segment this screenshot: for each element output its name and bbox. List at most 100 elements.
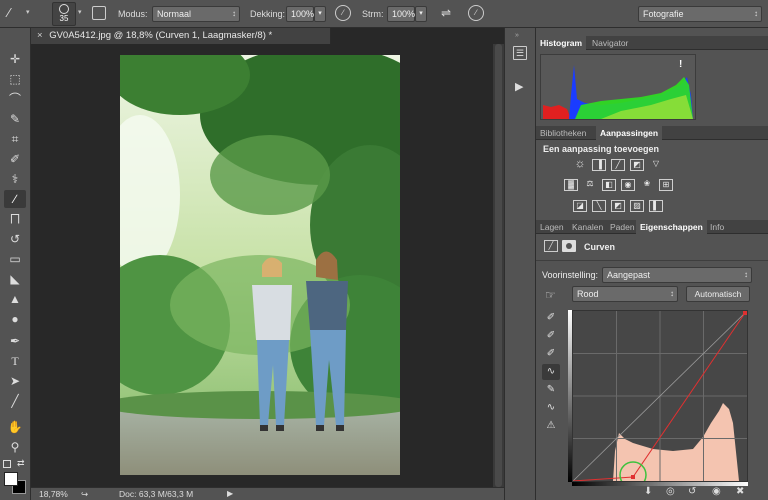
blur-tool-icon[interactable]: ▲ (4, 290, 26, 308)
tab-paths[interactable]: Paden (606, 220, 639, 234)
actions-panel-icon[interactable]: ▶ (515, 80, 523, 93)
vibrance-adjustment-icon[interactable]: ▽ (649, 159, 663, 171)
preset-select[interactable]: Aangepast (602, 267, 752, 283)
zoom-tool-icon[interactable]: ⚲ (4, 438, 26, 456)
tab-properties[interactable]: Eigenschappen (636, 220, 707, 234)
black-point-eyedropper-icon[interactable]: ✐ (542, 310, 560, 326)
exposure-adjustment-icon[interactable]: ◩ (630, 159, 644, 171)
tab-libraries[interactable]: Bibliotheken (536, 126, 590, 140)
curves-adjustment-icon[interactable]: ╱ (611, 159, 625, 171)
options-bar: ∕ ▾ 35 ▾ Modus: Normaal Dekking: 100% ▾ … (0, 0, 768, 28)
clipping-warning-icon[interactable]: ⚠ (542, 418, 560, 434)
properties-title: Curven (584, 242, 616, 252)
brightness-adjustment-icon[interactable]: ☼ (573, 157, 587, 170)
history-brush-tool-icon[interactable]: ↺ (4, 230, 26, 248)
brush-preset-picker[interactable]: 35 (52, 2, 76, 26)
color-balance-adjustment-icon[interactable]: ⚖ (583, 179, 597, 191)
workspace-select[interactable]: Fotografie (638, 6, 762, 22)
visibility-icon[interactable]: ◉ (712, 486, 721, 497)
tab-navigator[interactable]: Navigator (588, 36, 632, 50)
tab-layers[interactable]: Lagen (536, 220, 568, 234)
marquee-tool-icon[interactable]: ⬚ (4, 70, 26, 88)
threshold-adjustment-icon[interactable]: ◩ (611, 200, 625, 212)
on-image-adjust-icon[interactable]: ☞ (545, 288, 556, 302)
tool-preset-dropdown-icon[interactable]: ▾ (26, 8, 30, 16)
histogram-tabs: Histogram Navigator (536, 36, 768, 50)
lasso-tool-icon[interactable]: ⌒ (4, 90, 26, 108)
reset-icon[interactable]: ↺ (688, 486, 696, 497)
status-menu-arrow-icon[interactable]: ▶ (227, 488, 233, 500)
black-white-adjustment-icon[interactable]: ◧ (602, 179, 616, 191)
path-selection-tool-icon[interactable]: ➤ (4, 372, 26, 390)
move-tool-icon[interactable]: ✛ (4, 50, 26, 68)
quick-selection-tool-icon[interactable]: ✎ (4, 110, 26, 128)
airbrush-icon[interactable]: ⇌ (438, 5, 454, 21)
tab-channels[interactable]: Kanalen (568, 220, 607, 234)
curve-point-tool-icon[interactable]: ∿ (542, 364, 560, 380)
mode-label: Modus: (118, 9, 148, 19)
histogram-panel: ! (540, 54, 696, 120)
dodge-tool-icon[interactable]: ● (4, 310, 26, 328)
channel-mixer-adjustment-icon[interactable]: ❀ (640, 179, 654, 191)
posterize-adjustment-icon[interactable]: ╲ (592, 200, 606, 212)
curves-chart (572, 310, 748, 489)
strip-collapse-icon[interactable]: » (515, 32, 519, 39)
shape-tool-icon[interactable]: ╱ (4, 392, 26, 410)
view-previous-state-icon[interactable]: ◎ (666, 486, 675, 497)
opacity-field[interactable]: 100% (286, 6, 314, 22)
brush-tool-icon[interactable]: ∕ (4, 190, 26, 208)
panel-icon-strip: » ☰ ▶ (504, 28, 536, 500)
document-tab[interactable]: × GV0A5412.jpg @ 18,8% (Curven 1, Laagma… (31, 28, 331, 44)
tab-adjustments[interactable]: Aanpassingen (596, 126, 663, 140)
hue-saturation-adjustment-icon[interactable]: ▓ (564, 179, 578, 191)
selective-color-adjustment-icon[interactable]: ▨ (630, 200, 644, 212)
hand-tool-icon[interactable]: ✋ (4, 418, 26, 436)
layer-mask-icon[interactable] (562, 240, 576, 252)
trash-icon[interactable]: ✖ (736, 486, 744, 497)
smooth-curve-icon[interactable]: ∿ (542, 400, 560, 416)
auto-button[interactable]: Automatisch (686, 286, 750, 302)
channel-select[interactable]: Rood (572, 286, 678, 302)
foreground-color-swatch[interactable] (4, 472, 18, 486)
flow-field[interactable]: 100% (387, 6, 415, 22)
brush-panel-toggle-icon[interactable] (92, 6, 106, 20)
tab-histogram[interactable]: Histogram (536, 36, 587, 50)
scroll-thumb[interactable] (495, 44, 502, 487)
history-panel-icon[interactable]: ☰ (513, 46, 527, 60)
photo-filter-adjustment-icon[interactable]: ◉ (621, 179, 635, 191)
export-icon[interactable]: ↪ (81, 488, 88, 500)
crop-tool-icon[interactable]: ⌗ (4, 130, 26, 148)
pressure-opacity-icon[interactable]: ∕ (335, 5, 351, 21)
zoom-level[interactable]: 18,78% (39, 488, 68, 500)
type-tool-icon[interactable]: T (4, 352, 26, 370)
document-photo[interactable] (120, 55, 400, 475)
levels-adjustment-icon[interactable]: ▐ (592, 159, 606, 171)
color-lookup-adjustment-icon[interactable]: ⊞ (659, 179, 673, 191)
vertical-scrollbar[interactable] (493, 44, 504, 487)
white-point-eyedropper-icon[interactable]: ✐ (542, 346, 560, 362)
mode-select[interactable]: Normaal (152, 6, 240, 22)
healing-brush-tool-icon[interactable]: ⚕ (4, 170, 26, 188)
paint-bucket-tool-icon[interactable]: ◣ (4, 270, 26, 288)
eraser-tool-icon[interactable]: ▭ (4, 250, 26, 268)
tab-info[interactable]: Info (706, 220, 728, 234)
default-colors-icon[interactable] (3, 460, 11, 468)
tools-panel: ✛ ⬚ ⌒ ✎ ⌗ ✐ ⚕ ∕ ⨅ ↺ ▭ ◣ ▲ ● ✒ T ➤ ╱ ✋ ⚲ … (0, 28, 31, 500)
gradient-map-adjustment-icon[interactable]: ▌ (649, 200, 663, 212)
invert-adjustment-icon[interactable]: ◪ (573, 200, 587, 212)
swap-colors-icon[interactable]: ⇄ (17, 458, 25, 469)
histogram-warning-icon[interactable]: ! (679, 59, 682, 70)
brush-preset-dropdown-icon[interactable]: ▾ (78, 8, 82, 16)
opacity-dropdown-button[interactable]: ▾ (314, 6, 326, 22)
pen-tool-icon[interactable]: ✒ (4, 332, 26, 350)
flow-dropdown-button[interactable]: ▾ (415, 6, 427, 22)
curve-pencil-tool-icon[interactable]: ✎ (542, 382, 560, 398)
brush-tool-icon[interactable]: ∕ (8, 5, 24, 21)
curves-graph[interactable] (572, 310, 748, 489)
tab-close-icon[interactable]: × (37, 30, 43, 41)
clip-to-layer-icon[interactable]: ⬇ (644, 486, 652, 497)
gray-point-eyedropper-icon[interactable]: ✐ (542, 328, 560, 344)
eyedropper-tool-icon[interactable]: ✐ (4, 150, 26, 168)
pressure-size-icon[interactable]: ∕ (468, 5, 484, 21)
clone-stamp-tool-icon[interactable]: ⨅ (4, 210, 26, 228)
